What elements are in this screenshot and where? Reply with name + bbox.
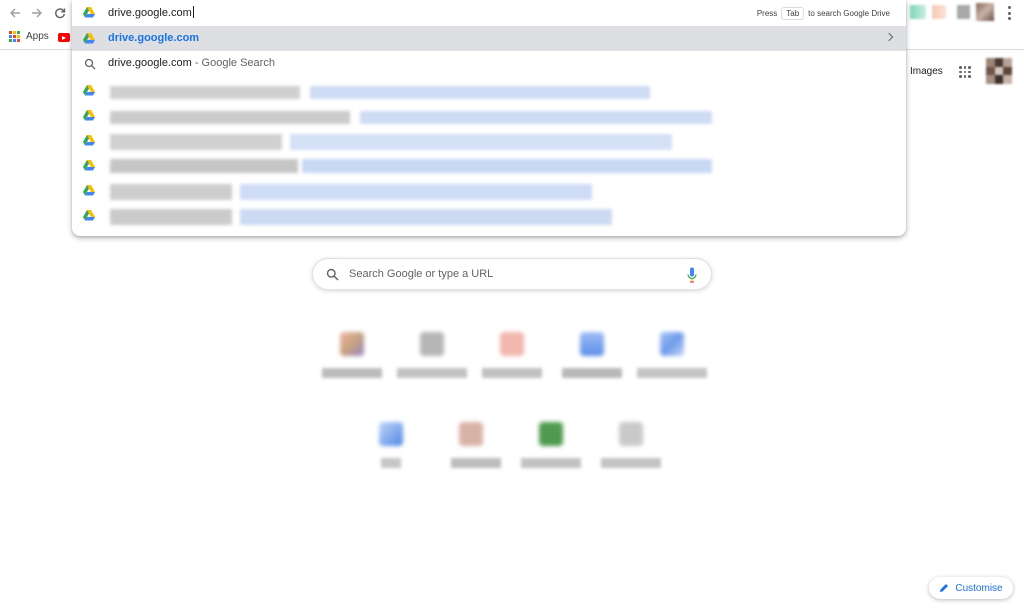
back-arrow-icon [10, 8, 20, 18]
redacted-label [381, 458, 401, 468]
redacted-label [562, 368, 622, 378]
suggestion-history-item[interactable] [72, 106, 906, 131]
redacted-text [110, 159, 298, 173]
suggestion-url-label: drive.google.com [108, 32, 200, 44]
profile-avatar[interactable] [976, 3, 994, 21]
shortcut-tile[interactable] [557, 324, 627, 394]
redacted-text [110, 209, 232, 225]
ntp-search-box[interactable]: Search Google or type a URL [312, 258, 712, 290]
redacted-url [290, 134, 672, 150]
google-drive-icon [83, 210, 95, 221]
shortcut-tile[interactable] [436, 414, 506, 484]
google-drive-icon [83, 110, 95, 121]
apps-bookmark[interactable]: Apps [9, 31, 49, 42]
suggestion-search-suffix: - Google Search [191, 57, 275, 69]
suggestion-history-item[interactable] [72, 181, 906, 206]
microphone-icon[interactable] [687, 267, 697, 283]
shortcut-tile[interactable] [637, 324, 707, 394]
redacted-text [110, 111, 350, 124]
tab-key-badge: Tab [781, 7, 805, 20]
google-drive-icon [83, 185, 95, 196]
omnibox-dropdown: drive.google.com Press Tab to search Goo… [72, 0, 906, 236]
site-favicon [539, 422, 563, 446]
extension-icon[interactable] [932, 5, 946, 19]
tab-to-search-hint: Press Tab to search Google Drive [757, 7, 890, 20]
apps-bookmark-label: Apps [26, 31, 49, 42]
browser-menu-button[interactable] [1003, 4, 1015, 22]
omnibox-text: drive.google.com [108, 7, 192, 19]
customise-label: Customise [955, 582, 1003, 594]
chevron-right-icon[interactable] [884, 32, 894, 42]
hint-action: to search Google Drive [808, 9, 890, 18]
site-favicon [660, 332, 684, 356]
redacted-url [310, 86, 650, 99]
extension-icon[interactable] [957, 5, 970, 19]
suggestion-history-item[interactable] [72, 156, 906, 181]
suggestion-url[interactable]: drive.google.com [72, 26, 906, 51]
back-button[interactable] [5, 3, 25, 23]
redacted-label [451, 458, 501, 468]
google-drive-icon [83, 135, 95, 146]
redacted-url [360, 111, 712, 124]
redacted-label [521, 458, 581, 468]
site-favicon [420, 332, 444, 356]
browser-window: Apps drive.google.com Press Tab to searc… [0, 0, 1024, 611]
redacted-label [637, 368, 707, 378]
apps-grid-icon [9, 31, 20, 42]
images-link[interactable]: Images [910, 66, 943, 77]
forward-arrow-icon [32, 8, 42, 18]
extension-icon[interactable] [910, 5, 926, 19]
search-icon [326, 268, 339, 281]
redacted-label [322, 368, 382, 378]
account-avatar[interactable] [986, 58, 1012, 84]
search-icon [84, 58, 96, 70]
shortcut-tile[interactable] [477, 324, 547, 394]
site-favicon [500, 332, 524, 356]
search-placeholder: Search Google or type a URL [349, 268, 494, 280]
google-apps-icon[interactable] [959, 66, 971, 78]
site-favicon [619, 422, 643, 446]
site-favicon [340, 332, 364, 356]
hint-press: Press [756, 9, 778, 18]
redacted-text [110, 184, 232, 200]
google-drive-icon [83, 85, 95, 96]
suggestion-history-item[interactable] [72, 206, 906, 231]
text-caret [192, 6, 194, 18]
suggestion-search-query: drive.google.com [108, 57, 192, 69]
reload-icon [55, 8, 66, 19]
redacted-url [240, 209, 612, 225]
redacted-text [110, 86, 300, 99]
pencil-icon [940, 584, 949, 592]
suggestion-search[interactable]: drive.google.com - Google Search [72, 51, 906, 76]
shortcut-tile[interactable] [596, 414, 666, 484]
shortcut-tile[interactable] [516, 414, 586, 484]
redacted-text [110, 134, 282, 150]
site-favicon [379, 422, 403, 446]
omnibox-input[interactable]: drive.google.com Press Tab to search Goo… [72, 0, 906, 26]
redacted-label [601, 458, 661, 468]
redacted-url [240, 184, 592, 200]
shortcut-tile[interactable] [317, 324, 387, 394]
google-drive-icon [83, 7, 95, 18]
shortcut-tile[interactable] [356, 414, 426, 484]
google-drive-icon [83, 33, 95, 44]
site-favicon [459, 422, 483, 446]
shortcut-tile[interactable] [397, 324, 467, 394]
suggestion-history-item[interactable] [72, 131, 906, 156]
redacted-label [482, 368, 542, 378]
youtube-icon[interactable] [58, 33, 70, 42]
site-favicon [580, 332, 604, 356]
customise-button[interactable]: Customise [929, 577, 1013, 599]
suggestion-history-item[interactable] [72, 81, 906, 106]
google-drive-icon [83, 160, 95, 171]
redacted-label [397, 368, 467, 378]
forward-button[interactable] [27, 3, 47, 23]
reload-button[interactable] [50, 3, 70, 23]
redacted-url [302, 159, 712, 173]
